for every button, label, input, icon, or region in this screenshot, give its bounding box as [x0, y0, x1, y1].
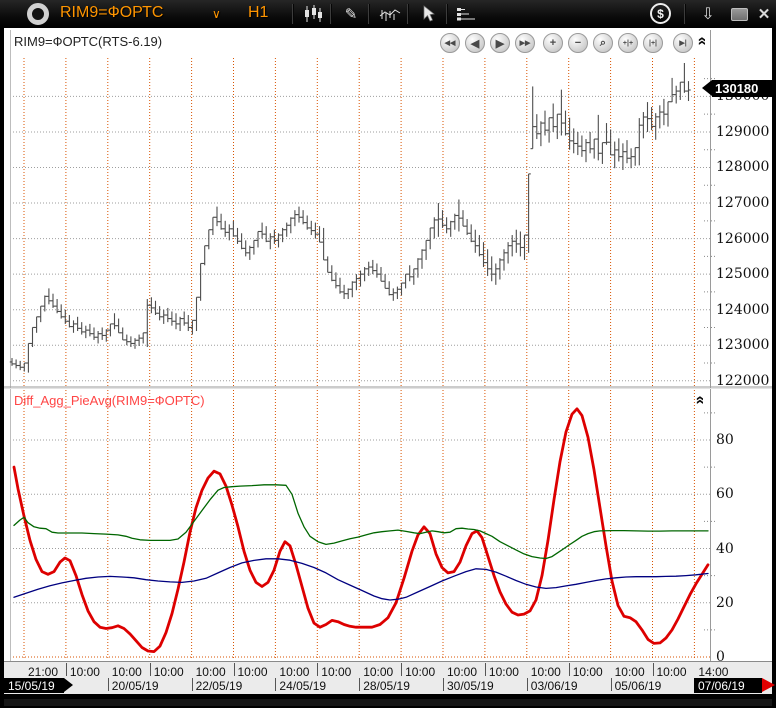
price-axis-label: 123000: [716, 337, 769, 353]
toolbar-separator: [330, 4, 332, 24]
time-axis-label: 10:00: [279, 665, 309, 679]
time-axis-label: 10:00: [405, 665, 435, 679]
time-axis-tick: [150, 663, 151, 676]
maximize-icon[interactable]: [731, 8, 748, 21]
time-axis-label: 10:00: [531, 665, 561, 679]
time-axis-label: 10:00: [70, 665, 100, 679]
indicator-icon[interactable]: [376, 3, 404, 25]
time-axis-label: 10:00: [238, 665, 268, 679]
chevron-down-icon[interactable]: ∨: [212, 7, 221, 21]
chart-window: RIM9=ФОРТС ∨ H1 ✎: [0, 0, 776, 708]
time-axis-tick: [653, 663, 654, 676]
price-axis-label: 127000: [716, 195, 769, 211]
date-axis-tick: [443, 678, 444, 691]
zoom-in-button[interactable]: +: [543, 33, 563, 53]
time-axis-label: 21:00: [28, 665, 58, 679]
indicator-axis-label: 80: [716, 432, 734, 448]
date-badge-end: 07/06/19: [694, 678, 762, 693]
title-bar: RIM9=ФОРТС ∨ H1 ✎: [0, 0, 776, 29]
timeframe-label[interactable]: H1: [248, 4, 268, 22]
date-axis-label: 03/06/19: [531, 679, 578, 693]
time-axis-tick: [317, 663, 318, 676]
indicator-pane-title: Diff_Agg_PieAvg(RIM9=ФОРТС): [14, 393, 205, 408]
close-icon[interactable]: ✕: [750, 3, 776, 25]
time-axis-label: 10:00: [447, 665, 477, 679]
toolbar-separator: [368, 4, 370, 24]
time-axis-tick: [569, 663, 570, 676]
indicator-axis-label: 0: [716, 649, 725, 665]
toolbar-separator: [446, 4, 448, 24]
date-axis-label: 05/06/19: [615, 679, 662, 693]
price-axis-label: 124000: [716, 302, 769, 318]
price-axis-label: 125000: [716, 266, 769, 282]
time-axis-tick: [234, 663, 235, 676]
toolbar-separator: [292, 4, 294, 24]
step-back-button[interactable]: ◀: [465, 33, 485, 53]
date-axis-label: 20/05/19: [112, 679, 159, 693]
date-badge-red-arrow-icon: [762, 678, 775, 692]
cursor-icon[interactable]: [414, 3, 442, 25]
toolbar-separator: [407, 4, 409, 24]
time-axis-label: 10:00: [112, 665, 142, 679]
time-axis-label: 10:00: [615, 665, 645, 679]
collapse-pane-icon[interactable]: »: [695, 33, 711, 49]
dollar-icon[interactable]: $: [650, 3, 671, 24]
time-axis-label: 10:00: [573, 665, 603, 679]
date-badge-arrow-icon: [64, 678, 73, 692]
price-marker-arrow-icon: [702, 80, 712, 96]
time-axis-label: 10:00: [321, 665, 351, 679]
date-axis-label: 24/05/19: [279, 679, 326, 693]
date-axis-label: 22/05/19: [196, 679, 243, 693]
window-bottom-edge: [4, 699, 772, 706]
collapse-pane-icon[interactable]: »: [693, 392, 709, 408]
date-axis-tick: [527, 678, 528, 691]
step-forward-button[interactable]: ▶: [490, 33, 510, 53]
time-axis-label: 10:00: [196, 665, 226, 679]
chart-surface[interactable]: [4, 28, 772, 661]
indicator-axis-label: 60: [716, 486, 734, 502]
price-axis-label: 122000: [716, 373, 769, 389]
price-axis-label: 126000: [716, 231, 769, 247]
time-axis-label: 10:00: [154, 665, 184, 679]
date-axis-label: 30/05/19: [447, 679, 494, 693]
date-axis-tick: [611, 678, 612, 691]
candlestick-chart-icon[interactable]: [299, 3, 327, 25]
instrument-symbol[interactable]: RIM9=ФОРТС: [60, 4, 163, 22]
price-axis-label: 129000: [716, 124, 769, 140]
toolbar-separator: [684, 4, 686, 24]
date-axis-tick: [108, 678, 109, 691]
date-axis-tick: [275, 678, 276, 691]
date-axis-tick: [192, 678, 193, 691]
date-axis-label: 28/05/19: [363, 679, 410, 693]
fast-forward-button[interactable]: ▶▶: [515, 33, 535, 53]
compress-horizontal-button[interactable]: +|+: [618, 33, 638, 53]
date-badge-start: 15/05/19: [4, 678, 64, 693]
current-price-badge: 130180: [712, 80, 773, 97]
zoom-out-button[interactable]: −: [568, 33, 588, 53]
compress-vertical-button[interactable]: |+|: [643, 33, 663, 53]
time-axis-tick: [66, 663, 67, 676]
main-pane-title: RIM9=ФОРТС(RTS-6.19): [14, 34, 162, 49]
zoom-box-button[interactable]: ⌕: [593, 33, 613, 53]
go-to-end-button[interactable]: ▶|: [673, 33, 693, 53]
time-axis-label: 10:00: [657, 665, 687, 679]
levels-icon[interactable]: [452, 3, 480, 25]
price-axis-label: 128000: [716, 159, 769, 175]
download-arrow-icon[interactable]: ⇩: [694, 3, 722, 25]
time-axis-tick: [485, 663, 486, 676]
time-axis-label: 14:00: [698, 665, 728, 679]
time-axis-label: 10:00: [489, 665, 519, 679]
app-logo-ring-icon: [27, 3, 49, 25]
date-axis-tick: [359, 678, 360, 691]
indicator-axis-label: 40: [716, 541, 734, 557]
time-axis-label: 10:00: [363, 665, 393, 679]
time-axis-tick: [401, 663, 402, 676]
fast-back-button[interactable]: ◀◀: [440, 33, 460, 53]
indicator-axis-label: 20: [716, 595, 734, 611]
pencil-icon[interactable]: ✎: [337, 3, 365, 25]
